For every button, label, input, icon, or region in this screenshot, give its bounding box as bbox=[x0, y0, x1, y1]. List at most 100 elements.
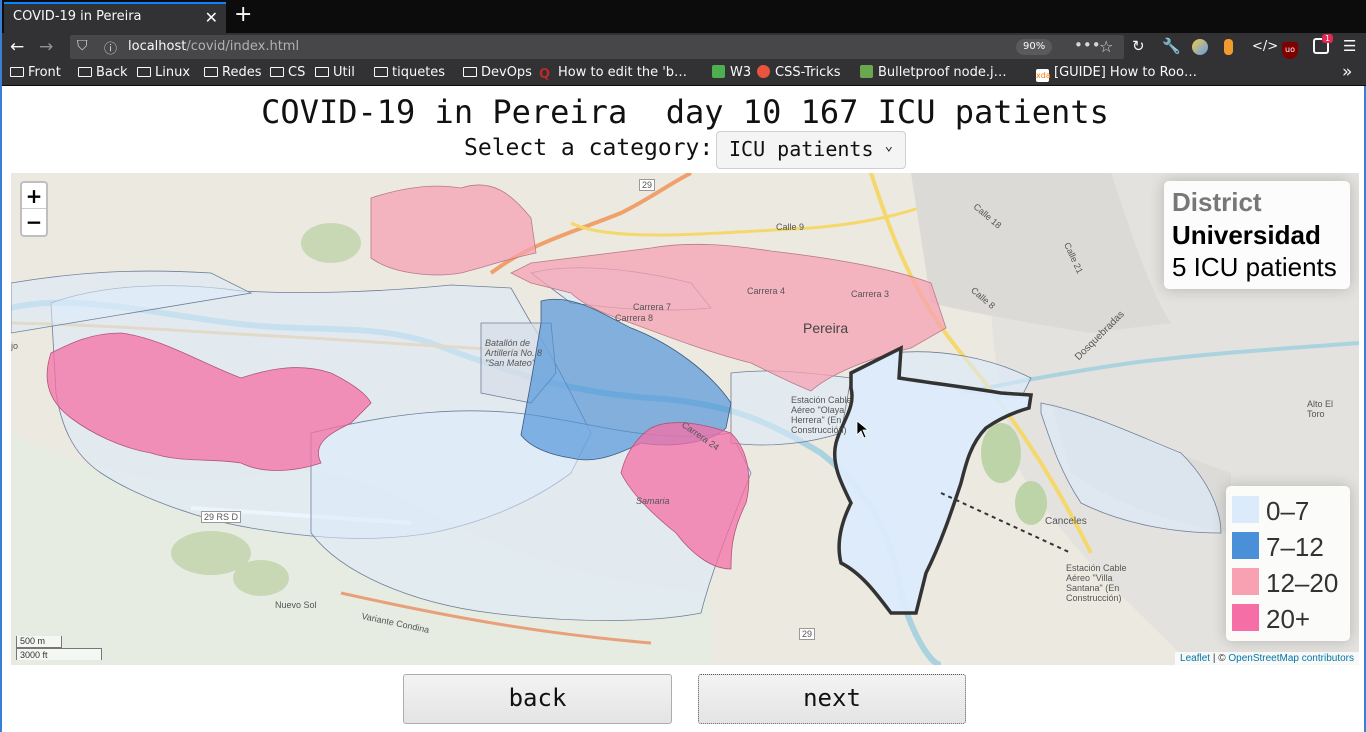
bookmark-linux[interactable]: Linux bbox=[137, 65, 190, 80]
bookmarks-overflow-icon[interactable]: » bbox=[1342, 62, 1352, 82]
hamburger-menu-icon[interactable]: ☰ bbox=[1343, 37, 1356, 55]
info-district-value: 5 ICU patients bbox=[1172, 252, 1337, 282]
park-area bbox=[1015, 481, 1047, 525]
back-button[interactable]: back bbox=[403, 674, 672, 724]
legend-label: 12–20 bbox=[1266, 568, 1339, 598]
legend-item: 7–12 bbox=[1232, 530, 1344, 566]
bookmark-label: Linux bbox=[155, 65, 191, 80]
map-road-shield: 29 RS D bbox=[201, 511, 242, 523]
zoom-out-button[interactable]: − bbox=[22, 209, 46, 235]
bookmarks-toolbar: Front Back Linux Redes CS Util tiquetes … bbox=[2, 61, 1366, 86]
bookmark-util[interactable]: Util bbox=[315, 65, 355, 80]
folder-icon bbox=[10, 67, 24, 77]
close-tab-icon[interactable]: ✕ bbox=[205, 8, 218, 27]
bookmark-quora[interactable]: Q How to edit the 'b… bbox=[539, 65, 688, 82]
category-select[interactable]: ICU patients ⌄ bbox=[716, 131, 906, 169]
new-tab-icon[interactable]: + bbox=[234, 3, 252, 27]
folder-icon bbox=[315, 67, 329, 77]
url-bar[interactable]: ⛉ ⓘ localhost/covid/index.html 90% ••• ☆ bbox=[70, 35, 1124, 59]
zoom-in-button[interactable]: + bbox=[22, 183, 46, 209]
xda-icon: xda bbox=[1036, 69, 1051, 82]
folder-icon bbox=[137, 67, 151, 77]
info-district-name: Universidad bbox=[1172, 220, 1321, 250]
map-road-label: Carrera 7 bbox=[633, 302, 672, 312]
district-map[interactable]: Pereira Dosquebradas Alto El Toro Cancel… bbox=[11, 173, 1359, 665]
forward-arrow-icon[interactable]: → bbox=[39, 36, 53, 58]
bookmark-label: W3 bbox=[730, 65, 752, 80]
extension-badge-icon[interactable]: 1 bbox=[1313, 34, 1334, 58]
ublock-icon[interactable]: uo bbox=[1282, 38, 1298, 59]
shield-icon[interactable]: ⛉ bbox=[77, 38, 88, 54]
info-icon[interactable]: ⓘ bbox=[104, 38, 117, 57]
quora-icon: Q bbox=[539, 67, 551, 82]
bookmark-label: tiquetes bbox=[392, 65, 446, 80]
folder-icon bbox=[204, 67, 218, 77]
bookmark-label: [GUIDE] How to Roo… bbox=[1054, 65, 1197, 80]
tab-bar: COVID-19 in Pereira ✕ + bbox=[2, 0, 1366, 33]
active-tab[interactable]: COVID-19 in Pereira ✕ bbox=[4, 2, 226, 33]
code-icon[interactable]: </> bbox=[1252, 39, 1278, 54]
url-text[interactable]: localhost/covid/index.html bbox=[128, 39, 299, 54]
wrench-icon[interactable]: 🔧 bbox=[1162, 37, 1181, 55]
legend-item: 0–7 bbox=[1232, 494, 1344, 530]
map-place-label: Samaria bbox=[636, 496, 670, 506]
zoom-level-badge[interactable]: 90% bbox=[1016, 39, 1053, 55]
leaflet-link[interactable]: Leaflet bbox=[1180, 653, 1210, 664]
bookmark-xda[interactable]: xda [GUIDE] How to Roo… bbox=[1036, 65, 1197, 82]
extension-circle-icon[interactable] bbox=[1192, 39, 1208, 59]
info-title: District bbox=[1172, 187, 1262, 217]
zoom-control: + − bbox=[20, 181, 48, 237]
scale-imperial: 3000 ft bbox=[16, 648, 102, 660]
bookmark-label: DevOps bbox=[481, 65, 532, 80]
folder-icon bbox=[78, 67, 92, 77]
bookmark-bulletproof[interactable]: Bulletproof node.j… bbox=[860, 65, 1007, 80]
map-place-label: Batallón de Artillería No. 8 "San Mateo" bbox=[485, 338, 543, 368]
bookmark-label: How to edit the 'b… bbox=[558, 65, 688, 80]
css-tricks-icon bbox=[757, 65, 770, 78]
map-road-shield: 29 bbox=[799, 628, 816, 640]
bookmark-label: Front bbox=[28, 65, 61, 80]
bookmark-redes[interactable]: Redes bbox=[204, 65, 261, 80]
bookmark-label: Util bbox=[333, 65, 355, 80]
legend-swatch bbox=[1232, 532, 1259, 559]
legend-label: 20+ bbox=[1266, 604, 1311, 634]
map-scale: 500 m 3000 ft bbox=[16, 636, 102, 660]
bookmark-devops[interactable]: DevOps bbox=[463, 65, 532, 80]
legend-swatch bbox=[1232, 496, 1259, 523]
bookmark-label: CS bbox=[288, 65, 306, 80]
bookmark-back[interactable]: Back bbox=[78, 65, 128, 80]
map-road-label: Calle 9 bbox=[776, 222, 805, 232]
bookmark-star-icon[interactable]: ☆ bbox=[1099, 37, 1113, 56]
map-city-label: Pereira bbox=[803, 320, 849, 336]
legend-swatch bbox=[1232, 604, 1259, 631]
back-arrow-icon[interactable]: ← bbox=[10, 36, 24, 58]
bookmark-tiquetes[interactable]: tiquetes bbox=[374, 65, 445, 80]
folder-icon bbox=[270, 67, 284, 77]
url-path: /covid/index.html bbox=[186, 39, 300, 54]
extension-bottle-icon[interactable] bbox=[1224, 39, 1233, 59]
more-actions-icon[interactable]: ••• bbox=[1074, 36, 1101, 54]
reload-icon[interactable]: ↻ bbox=[1132, 37, 1145, 55]
navigation-bar: ← → ⛉ ⓘ localhost/covid/index.html 90% •… bbox=[2, 33, 1366, 61]
url-host: localhost bbox=[128, 39, 187, 54]
page-title: COVID-19 in Pereira day 10 167 ICU patie… bbox=[261, 93, 1109, 131]
osm-link[interactable]: OpenStreetMap contributors bbox=[1228, 653, 1354, 664]
map-road-label: Carrera 4 bbox=[747, 286, 786, 296]
park-area bbox=[981, 423, 1021, 483]
map-legend: 0–7 7–12 12–20 20+ bbox=[1226, 486, 1350, 641]
park-area bbox=[301, 223, 361, 263]
bookmark-css-tricks[interactable]: CSS-Tricks bbox=[757, 65, 841, 80]
bookmark-w3[interactable]: W3 bbox=[712, 65, 751, 80]
map-place-label: Canceles bbox=[1045, 516, 1087, 527]
chevron-down-icon: ⌄ bbox=[884, 138, 893, 154]
bookmark-cs[interactable]: CS bbox=[270, 65, 305, 80]
next-button[interactable]: next bbox=[698, 674, 966, 724]
map-place-label: Alto El Toro bbox=[1307, 399, 1334, 419]
folder-icon bbox=[463, 67, 477, 77]
tab-title: COVID-19 in Pereira bbox=[13, 9, 142, 24]
bookmark-label: CSS-Tricks bbox=[775, 65, 841, 80]
bookmark-front[interactable]: Front bbox=[10, 65, 61, 80]
w3-icon bbox=[712, 65, 725, 78]
map-place-label: Estación Cable Aéreo "Villa Santana" (En… bbox=[1066, 563, 1127, 603]
notification-count: 1 bbox=[1322, 34, 1334, 43]
